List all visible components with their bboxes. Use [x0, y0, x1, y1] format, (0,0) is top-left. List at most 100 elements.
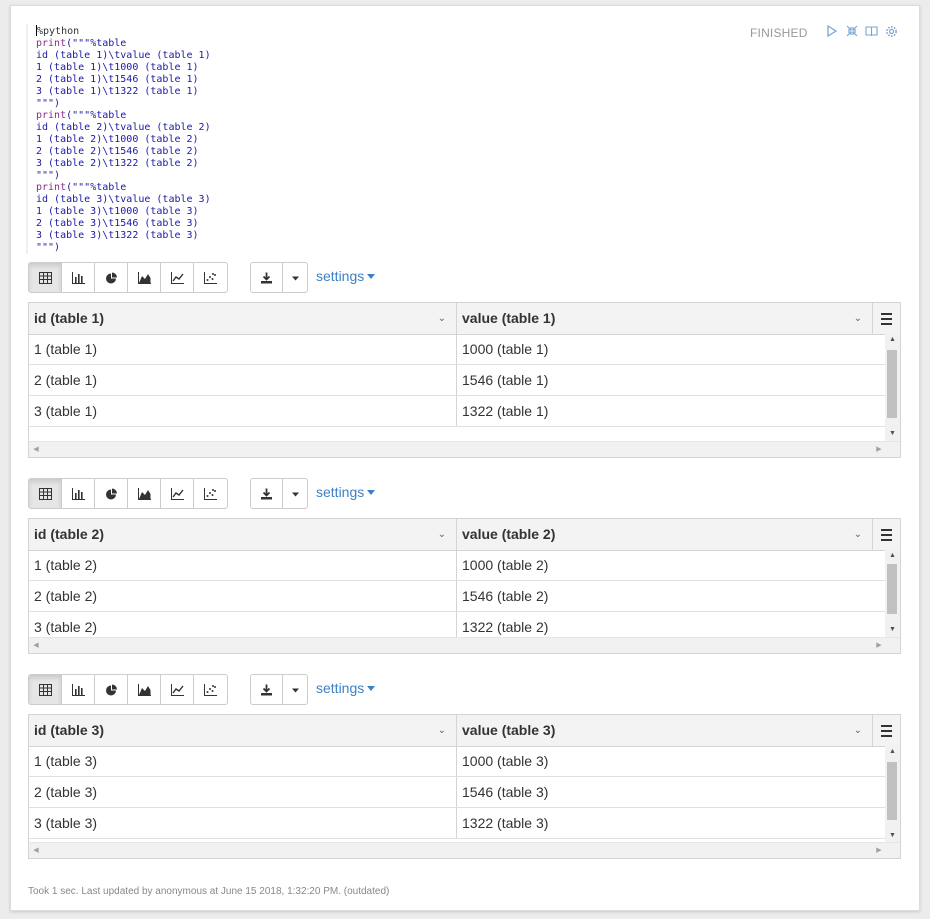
column-header-value[interactable]: value (table 3) ⌄ — [457, 715, 872, 746]
caret-down-icon — [367, 274, 376, 279]
area-chart-button[interactable] — [128, 263, 161, 292]
download-button-group — [250, 478, 308, 509]
data-grid: id (table 3) ⌄ value (table 3) ⌄ 1 (table … — [28, 714, 901, 859]
code-line: id (table 3)\tvalue (table 3) — [36, 194, 211, 205]
bar-chart-button[interactable] — [62, 263, 95, 292]
book-icon[interactable] — [865, 25, 878, 40]
pie-chart-button[interactable] — [95, 675, 128, 704]
table-row[interactable]: 1 (table 3) 1000 (table 3) — [29, 746, 885, 777]
scroll-right-arrow-icon[interactable]: ▶ — [872, 638, 886, 653]
table-view-button[interactable] — [29, 675, 62, 704]
scroll-left-arrow-icon[interactable]: ◀ — [29, 442, 43, 457]
horizontal-scrollbar[interactable]: ◀ ▶ — [29, 441, 900, 457]
column-header-id[interactable]: id (table 1) ⌄ — [29, 303, 456, 334]
scroll-down-arrow-icon[interactable]: ▼ — [885, 428, 900, 440]
pie-chart-button[interactable] — [95, 479, 128, 508]
table-row[interactable]: 1 (table 1) 1000 (table 1) — [29, 334, 885, 365]
column-header-id[interactable]: id (table 3) ⌄ — [29, 715, 456, 746]
code-line: 2 (table 3)\t1546 (table 3) — [36, 218, 199, 229]
settings-label: settings — [316, 680, 365, 696]
scatter-chart-button[interactable] — [194, 675, 227, 704]
visualization-button-group — [28, 478, 228, 509]
pie-chart-button[interactable] — [95, 263, 128, 292]
line-chart-button[interactable] — [161, 263, 194, 292]
chevron-down-icon[interactable]: ⌄ — [438, 715, 446, 746]
download-icon — [261, 684, 272, 695]
run-icon[interactable] — [826, 24, 838, 40]
vertical-scrollbar[interactable]: ▲ ▼ — [885, 746, 900, 843]
scroll-down-arrow-icon[interactable]: ▼ — [885, 624, 900, 636]
table-row[interactable]: 1 (table 2) 1000 (table 2) — [29, 550, 885, 581]
table-row[interactable]: 2 (table 2) 1546 (table 2) — [29, 581, 885, 612]
code-line: print("""%table — [36, 182, 127, 193]
column-header-value[interactable]: value (table 2) ⌄ — [457, 519, 872, 550]
horizontal-scrollbar[interactable]: ◀ ▶ — [29, 842, 900, 858]
table-row[interactable]: 2 (table 1) 1546 (table 1) — [29, 365, 885, 396]
code-line: """) — [36, 242, 61, 253]
table-row[interactable]: 3 (table 3) 1322 (table 3) — [29, 808, 885, 839]
bar-chart-icon — [71, 487, 85, 500]
line-chart-button[interactable] — [161, 675, 194, 704]
scatter-chart-button[interactable] — [194, 263, 227, 292]
grid-menu-button[interactable] — [872, 303, 900, 334]
download-dropdown-button[interactable] — [283, 479, 307, 508]
table-row[interactable]: 3 (table 1) 1322 (table 1) — [29, 396, 885, 427]
table-view-button[interactable] — [29, 263, 62, 292]
area-chart-button[interactable] — [128, 675, 161, 704]
download-button[interactable] — [251, 263, 283, 292]
code-editor[interactable]: %python print("""%table id (table 1)\tva… — [26, 20, 900, 255]
vertical-scrollbar[interactable]: ▲ ▼ — [885, 550, 900, 638]
vertical-scrollbar[interactable]: ▲ ▼ — [885, 334, 900, 442]
grid-menu-button[interactable] — [872, 715, 900, 746]
column-header-value[interactable]: value (table 1) ⌄ — [457, 303, 872, 334]
scrollbar-thumb[interactable] — [887, 564, 897, 614]
area-chart-icon — [137, 487, 151, 500]
scroll-right-arrow-icon[interactable]: ▶ — [872, 843, 886, 858]
download-button[interactable] — [251, 675, 283, 704]
table-cell: 1000 (table 3) — [462, 753, 549, 769]
scroll-left-arrow-icon[interactable]: ◀ — [29, 638, 43, 653]
table-view-button[interactable] — [29, 479, 62, 508]
scroll-up-arrow-icon[interactable]: ▲ — [885, 550, 900, 562]
area-chart-icon — [137, 683, 151, 696]
collapse-icon[interactable] — [846, 25, 858, 40]
area-chart-button[interactable] — [128, 479, 161, 508]
download-button[interactable] — [251, 479, 283, 508]
horizontal-scrollbar[interactable]: ◀ ▶ — [29, 637, 900, 653]
download-dropdown-button[interactable] — [283, 263, 307, 292]
settings-dropdown[interactable]: settings — [316, 680, 376, 696]
scatter-chart-button[interactable] — [194, 479, 227, 508]
grid-header: id (table 3) ⌄ value (table 3) ⌄ — [29, 715, 900, 747]
gear-icon[interactable] — [885, 25, 898, 41]
chevron-down-icon[interactable]: ⌄ — [438, 303, 446, 334]
scrollbar-thumb[interactable] — [887, 350, 897, 418]
code-line: 2 (table 1)\t1546 (table 1) — [36, 74, 199, 85]
scroll-up-arrow-icon[interactable]: ▲ — [885, 746, 900, 758]
settings-dropdown[interactable]: settings — [316, 268, 376, 284]
grid-menu-button[interactable] — [872, 519, 900, 550]
scroll-down-arrow-icon[interactable]: ▼ — [885, 830, 900, 842]
chevron-down-icon[interactable]: ⌄ — [854, 519, 862, 550]
column-header-label: id (table 1) — [34, 310, 105, 326]
bar-chart-button[interactable] — [62, 675, 95, 704]
menu-icon — [881, 311, 892, 326]
bar-chart-button[interactable] — [62, 479, 95, 508]
download-dropdown-button[interactable] — [283, 675, 307, 704]
scatter-chart-icon — [204, 683, 217, 696]
chevron-down-icon[interactable]: ⌄ — [854, 715, 862, 746]
scrollbar-thumb[interactable] — [887, 762, 897, 820]
scatter-chart-icon — [204, 271, 217, 284]
settings-dropdown[interactable]: settings — [316, 484, 376, 500]
chevron-down-icon[interactable]: ⌄ — [854, 303, 862, 334]
menu-icon — [881, 527, 892, 542]
line-chart-button[interactable] — [161, 479, 194, 508]
chevron-down-icon[interactable]: ⌄ — [438, 519, 446, 550]
column-header-id[interactable]: id (table 2) ⌄ — [29, 519, 456, 550]
scroll-up-arrow-icon[interactable]: ▲ — [885, 334, 900, 346]
bar-chart-icon — [71, 271, 85, 284]
table-row[interactable]: 2 (table 3) 1546 (table 3) — [29, 777, 885, 808]
scroll-left-arrow-icon[interactable]: ◀ — [29, 843, 43, 858]
visualization-button-group — [28, 674, 228, 705]
code-text[interactable]: %python print("""%table id (table 1)\tva… — [36, 25, 211, 254]
scroll-right-arrow-icon[interactable]: ▶ — [872, 442, 886, 457]
